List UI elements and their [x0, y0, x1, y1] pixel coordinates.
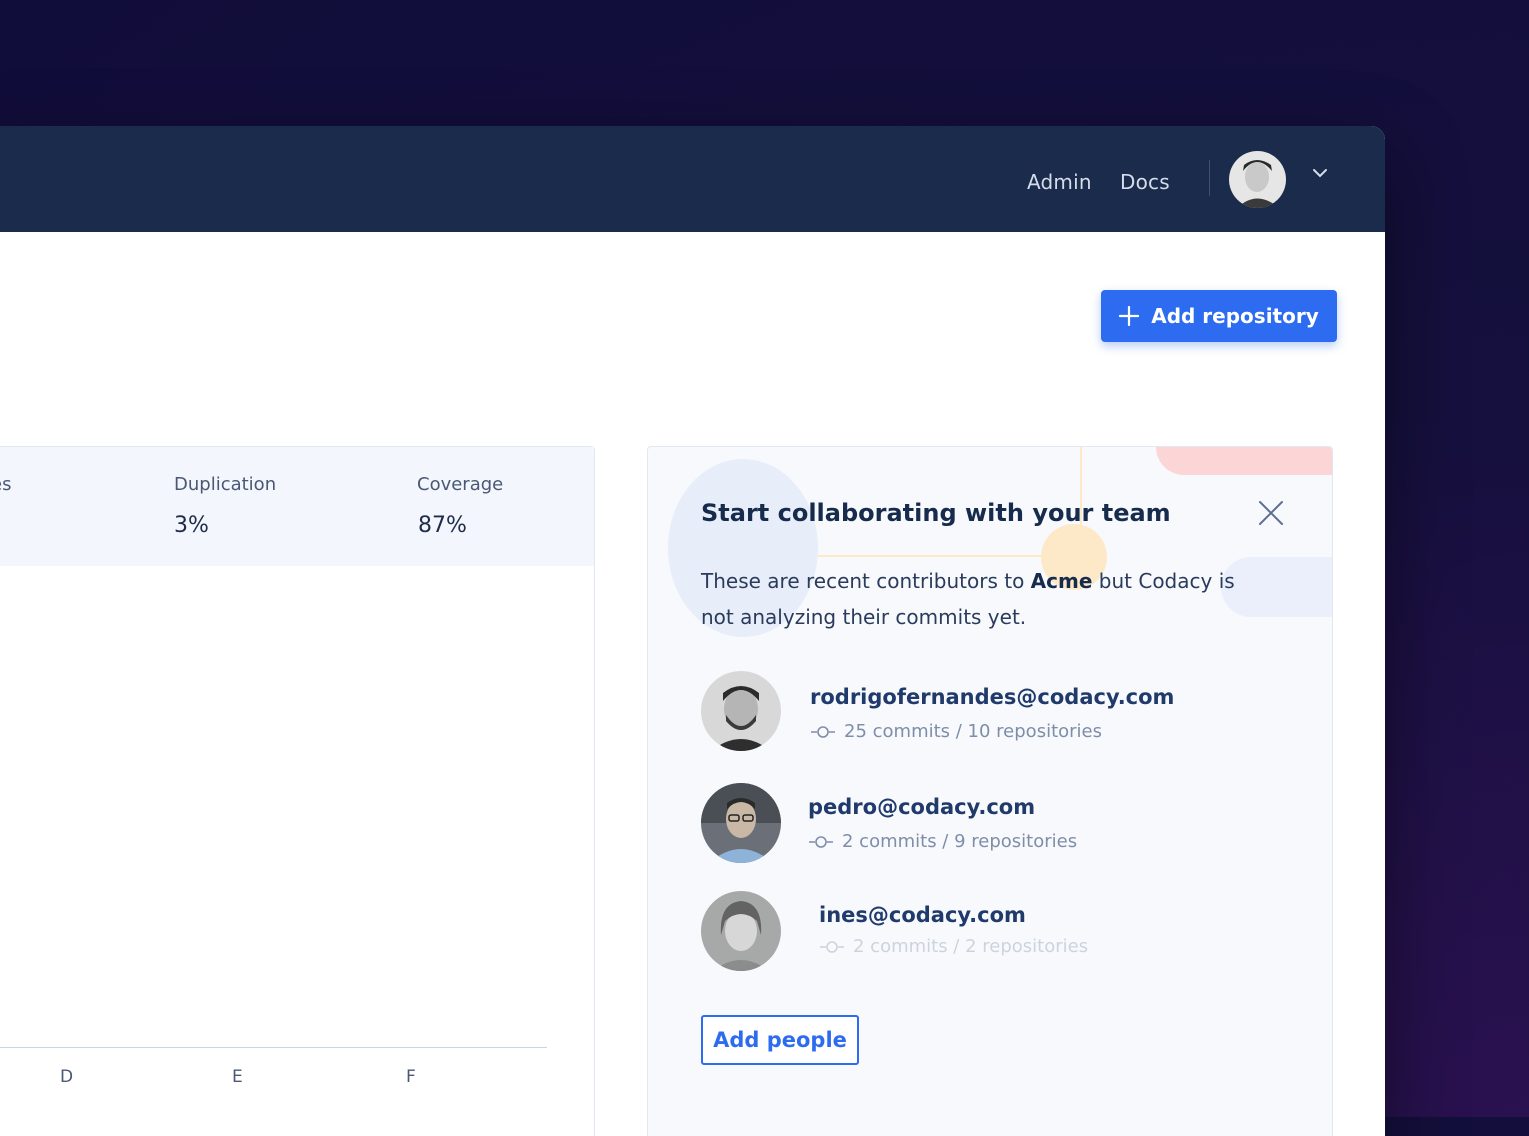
contributor-email: rodrigofernandes@codacy.com: [810, 685, 1175, 709]
add-repository-button[interactable]: Add repository: [1101, 290, 1337, 342]
contributor-stats: 25 commits / 10 repositories: [810, 721, 1102, 742]
add-repository-label: Add repository: [1151, 304, 1319, 328]
top-navigation-bar: Admin Docs: [0, 126, 1385, 232]
collaboration-description: These are recent contributors to Acme bu…: [701, 563, 1241, 635]
contributor-stats: 2 commits / 2 repositories: [819, 936, 1088, 957]
axis-tick-e: E: [232, 1067, 243, 1087]
axis-tick-d: D: [60, 1067, 74, 1087]
metric-label-issues: es: [0, 474, 12, 495]
commit-icon: [811, 725, 835, 738]
chevron-down-icon[interactable]: [1312, 168, 1328, 178]
avatar: [701, 783, 781, 863]
nav-divider: [1209, 160, 1210, 196]
metrics-header: es Duplication 3% Coverage 87%: [0, 447, 594, 566]
contributor-photo: [701, 671, 781, 751]
metric-value-coverage: 87%: [418, 513, 467, 538]
app-window: Admin Docs Add repository es Duplication…: [0, 126, 1385, 1136]
contributor-stats: 2 commits / 9 repositories: [808, 831, 1077, 852]
chart-x-axis: [0, 1047, 547, 1048]
metric-label-duplication: Duplication: [174, 474, 277, 495]
decorative-shape-pink: [1156, 447, 1332, 475]
repository-metrics-card: es Duplication 3% Coverage 87% D E F: [0, 446, 595, 1136]
avatar: [701, 671, 781, 751]
commit-icon: [820, 940, 844, 953]
avatar: [701, 891, 781, 971]
add-people-button[interactable]: Add people: [701, 1015, 859, 1065]
contributor-stats-text: 2 commits / 9 repositories: [842, 831, 1078, 852]
contributor-stats-text: 2 commits / 2 repositories: [853, 936, 1089, 957]
contributor-photo: [701, 783, 781, 863]
docs-link[interactable]: Docs: [1120, 170, 1170, 194]
collaboration-title: Start collaborating with your team: [701, 499, 1171, 527]
axis-tick-f: F: [406, 1067, 416, 1087]
admin-link[interactable]: Admin: [1027, 170, 1092, 194]
user-avatar[interactable]: [1229, 151, 1286, 208]
close-icon[interactable]: [1258, 500, 1284, 526]
description-text: These are recent contributors to: [701, 569, 1031, 593]
commit-icon: [809, 835, 833, 848]
contributor-stats-text: 25 commits / 10 repositories: [844, 721, 1102, 742]
metric-value-duplication: 3%: [174, 513, 209, 538]
repository-name: Acme: [1030, 569, 1093, 593]
contributor-email: pedro@codacy.com: [808, 795, 1036, 819]
metric-label-coverage: Coverage: [417, 474, 504, 495]
plus-icon: [1119, 306, 1140, 326]
contributor-photo: [701, 891, 781, 971]
contributor-email: ines@codacy.com: [819, 903, 1026, 927]
collaboration-card: Start collaborating with your team These…: [647, 446, 1333, 1136]
user-avatar-image: [1229, 151, 1286, 208]
